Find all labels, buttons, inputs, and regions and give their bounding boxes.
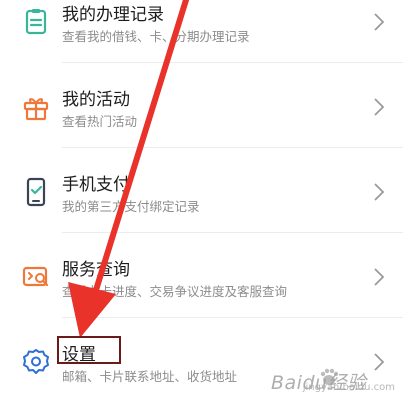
menu-item-title: 我的办理记录 — [62, 5, 164, 25]
menu-list: 我的办理记录 查看我的借钱、卡、分期办理记录 我的活动 查看热门活动 手机支付 … — [0, 0, 403, 402]
menu-item-subtitle: 我的第三方支付绑定记录 — [62, 199, 200, 214]
menu-item-records[interactable]: 我的办理记录 查看我的借钱、卡、分期办理记录 — [0, 0, 403, 63]
menu-item-activities[interactable]: 我的活动 查看热门活动 — [0, 63, 403, 148]
service-search-icon — [22, 266, 49, 287]
menu-item-subtitle: 查看办卡进度、交易争议进度及客服查询 — [62, 284, 288, 299]
menu-item-service-query[interactable]: 服务查询 查看办卡进度、交易争议进度及客服查询 — [0, 233, 403, 318]
menu-item-title: 设置 — [62, 345, 96, 365]
watermark-subtext: jingyan.baidu.com — [302, 382, 395, 393]
gift-box-icon — [23, 98, 49, 121]
menu-item-subtitle: 查看我的借钱、卡、分期办理记录 — [62, 29, 250, 44]
phone-check-icon — [26, 177, 46, 207]
document-list-icon — [25, 9, 47, 35]
chevron-right-icon — [374, 98, 385, 116]
menu-item-title: 我的活动 — [62, 90, 130, 110]
chevron-right-icon — [374, 268, 385, 286]
chevron-right-icon — [374, 183, 385, 201]
menu-item-subtitle: 查看热门活动 — [62, 114, 138, 129]
menu-item-subtitle: 邮箱、卡片联系地址、收货地址 — [62, 369, 238, 384]
screen: 我的办理记录 查看我的借钱、卡、分期办理记录 我的活动 查看热门活动 手机支付 … — [0, 0, 403, 402]
menu-item-mobile-pay[interactable]: 手机支付 我的第三方支付绑定记录 — [0, 148, 403, 233]
chevron-right-icon — [374, 13, 385, 31]
menu-item-title: 服务查询 — [62, 260, 130, 280]
menu-item-title: 手机支付 — [62, 175, 130, 195]
gear-icon — [23, 349, 49, 374]
watermark-logo: Baidu经验 jingyan.baidu.com — [271, 362, 397, 398]
